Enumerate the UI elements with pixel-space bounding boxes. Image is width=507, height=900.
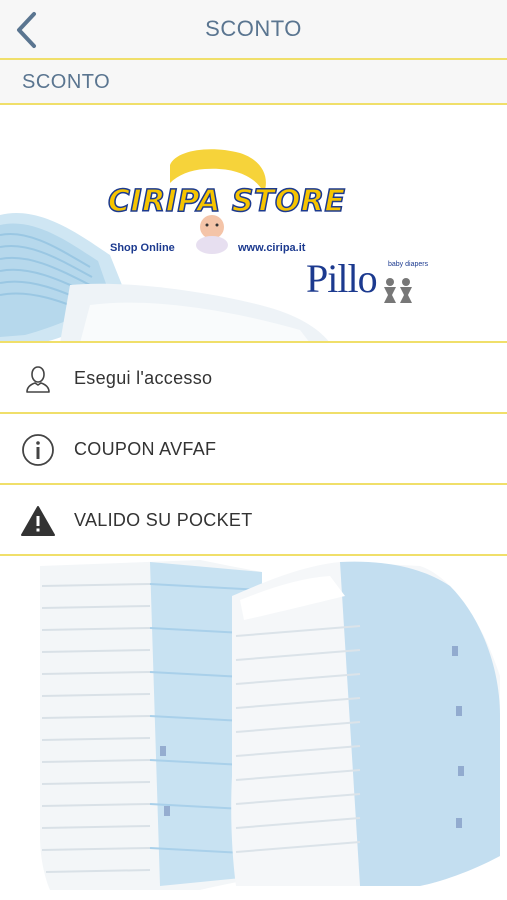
store-banner: CIRIPA STORE Shop Online www.ciripa.it P…: [0, 105, 507, 343]
brand-name: Pillo: [306, 256, 378, 301]
section-header: SCONTO: [0, 60, 507, 105]
brand-tagline: baby diapers: [388, 261, 429, 268]
validity-row[interactable]: VALIDO SU POCKET: [0, 485, 507, 556]
validity-label: VALIDO SU POCKET: [74, 510, 253, 530]
page-title: SCONTO: [205, 16, 302, 41]
logo-text: CIRIPA STORE: [107, 183, 346, 220]
shop-online-label: Shop Online: [110, 242, 175, 254]
section-title: SCONTO: [22, 71, 111, 93]
login-row[interactable]: Esegui l'accesso: [0, 343, 507, 414]
site-url: www.ciripa.it: [238, 242, 306, 254]
coupon-label: COUPON AVFAF: [74, 439, 217, 459]
coupon-row[interactable]: COUPON AVFAF: [0, 414, 507, 485]
diapers-stack-image: [40, 560, 500, 890]
user-icon: [20, 361, 56, 397]
navigation-bar: SCONTO: [0, 0, 507, 60]
info-icon: [20, 432, 56, 468]
store-logo: CIRIPA STORE Shop Online www.ciripa.it: [104, 160, 346, 260]
diapers-photo: [0, 556, 507, 900]
warning-icon: [20, 503, 56, 539]
login-label: Esegui l'accesso: [74, 368, 213, 388]
